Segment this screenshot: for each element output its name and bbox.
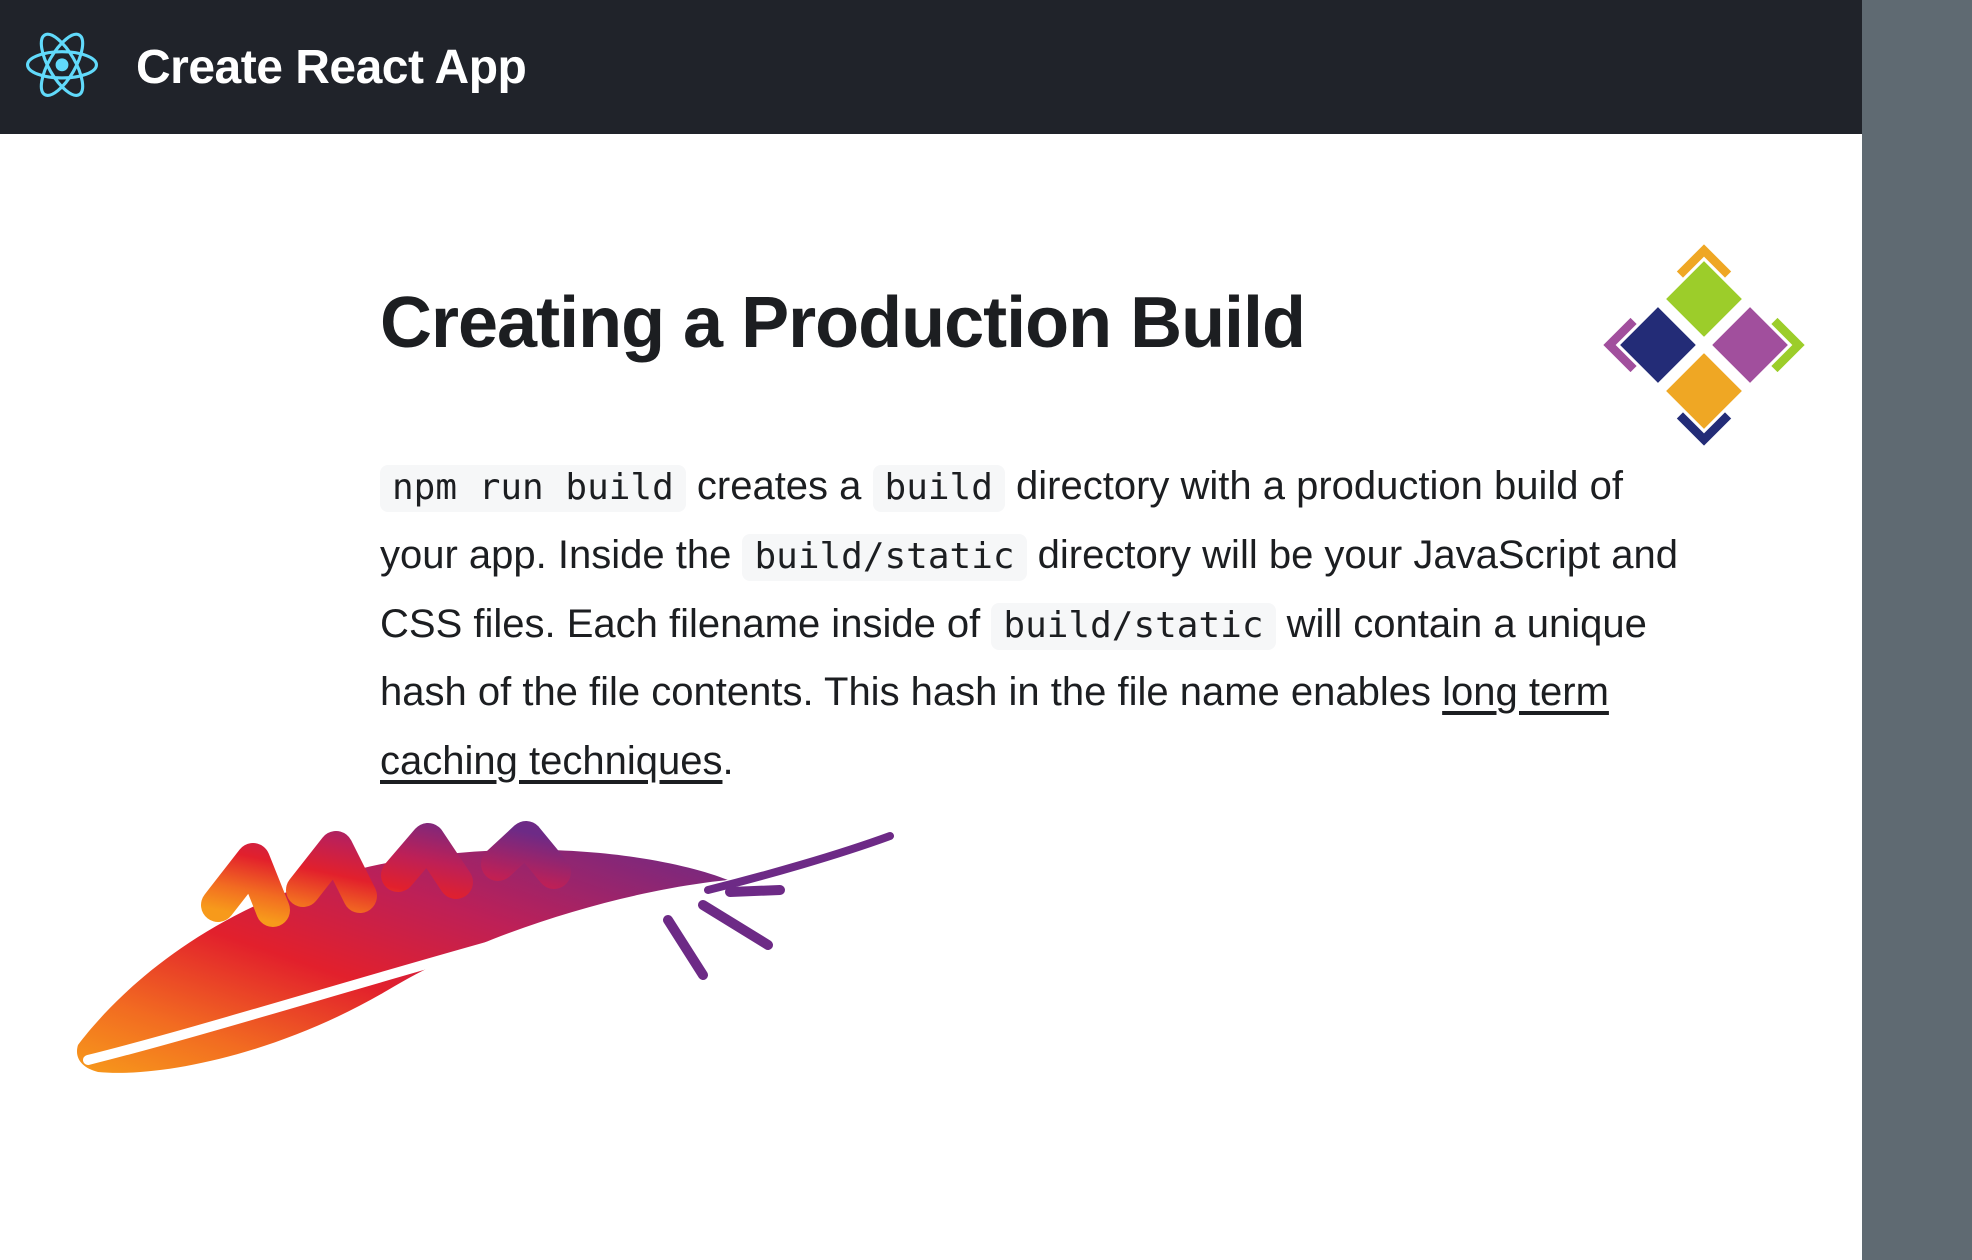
code-npm-run-build: npm run build [380,465,686,512]
apache-feather-icon [68,820,898,1080]
scrollbar[interactable] [1862,0,1917,1260]
code-build-static: build/static [742,534,1026,581]
intro-paragraph: npm run build creates a build directory … [380,452,1690,796]
page-window: Create React App Creating a Production B… [0,0,1917,1260]
text: . [722,739,733,783]
code-build-static-2: build/static [991,603,1275,650]
navbar-title[interactable]: Create React App [136,40,526,95]
react-icon [26,29,98,106]
centos-icon [1599,240,1809,450]
code-build: build [873,465,1005,512]
text: creates a [686,464,873,508]
navbar: Create React App [0,0,1917,134]
main-content: Creating a Production Build npm run buil… [0,134,1917,796]
